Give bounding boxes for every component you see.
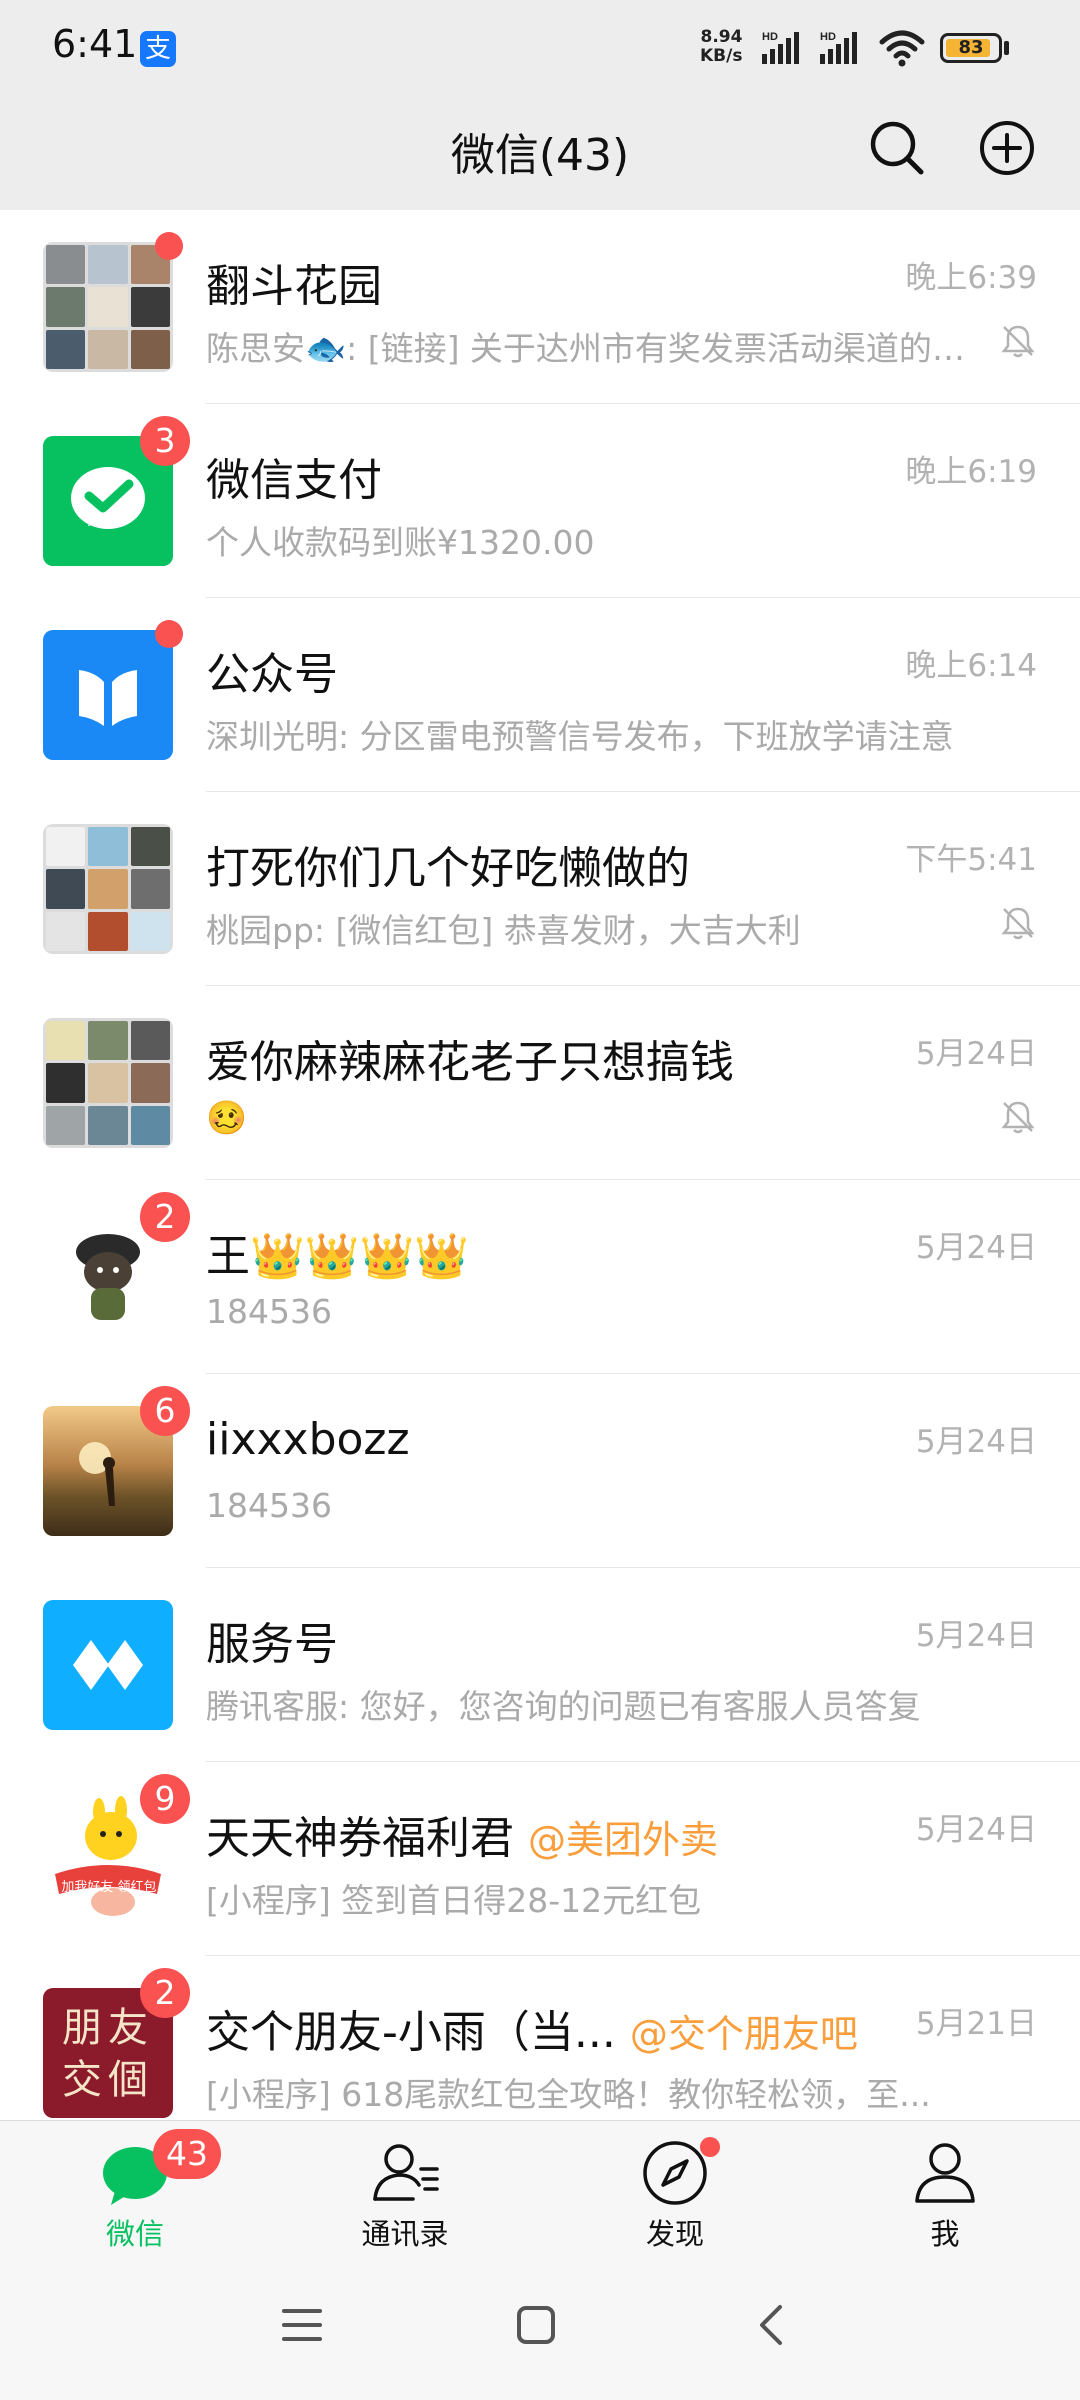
chat-row-make-friends[interactable]: 朋友 交個 2 交个朋友-小雨（当... @交个朋友吧 [小程序] 618尾款红包… xyxy=(0,1956,1080,2120)
official-accounts-avatar xyxy=(43,630,173,760)
network-speed-value: 8.94 xyxy=(700,27,743,47)
chat-name: 打死你们几个好吃懒做的 xyxy=(206,843,690,894)
chat-name: 翻斗花园 xyxy=(206,261,382,312)
chat-name-text: 交个朋友-小雨（当... xyxy=(206,2007,616,2058)
chat-row-iixxxbozz[interactable]: 6 iixxxbozz 184536 5月24日 xyxy=(0,1374,1080,1568)
muted-bell-icon xyxy=(1001,1101,1035,1134)
status-time: 6:41 xyxy=(52,22,138,66)
muted-bell-icon xyxy=(1001,907,1035,940)
group-avatar xyxy=(43,824,173,954)
tab-unread-dot xyxy=(700,2137,720,2157)
tab-label: 微信 xyxy=(105,2217,164,2251)
tab-discover[interactable]: 发现 xyxy=(540,2121,810,2251)
hd2-label: HD xyxy=(820,31,836,43)
chat-time: 5月24日 xyxy=(915,1812,1037,1848)
official-accounts-icon xyxy=(79,670,137,726)
home-icon[interactable] xyxy=(506,2295,566,2355)
chat-name: 天天神券福利君 @美团外卖 xyxy=(206,1802,718,1866)
header-bar: 微信(43) xyxy=(0,95,1080,210)
bottom-tab-bar: 43 微信 通讯录 发现 我 xyxy=(0,2120,1080,2251)
wifi-icon xyxy=(879,30,925,67)
chat-preview: 桃园pp: [微信红包] 恭喜发财，大吉大利 xyxy=(206,911,801,950)
chat-time: 晚上6:39 xyxy=(905,260,1037,296)
chat-preview: 🥴 xyxy=(206,1098,248,1137)
tab-unread-badge: 43 xyxy=(153,2129,221,2179)
status-bar: 6:41 支 8.94 KB/s HD HD 83 xyxy=(0,0,1080,95)
search-icon[interactable] xyxy=(862,113,932,183)
group-avatar xyxy=(43,242,173,372)
chat-row-group-money[interactable]: 爱你麻辣麻花老子只想搞钱 🥴 5月24日 xyxy=(0,986,1080,1180)
chat-time: 晚上6:19 xyxy=(905,454,1037,490)
unread-dot xyxy=(155,232,183,260)
unread-badge: 2 xyxy=(140,1968,190,2018)
battery-icon: 83 xyxy=(940,33,1002,63)
chat-name: 王👑👑👑👑 xyxy=(206,1231,470,1282)
battery-level: 83 xyxy=(958,37,984,58)
chat-time: 下午5:41 xyxy=(905,842,1037,878)
contacts-icon xyxy=(373,2144,439,2201)
signal-1-icon: HD xyxy=(762,31,799,64)
chat-preview: 陈思安🐟: [链接] 关于达州市有奖发票活动渠道的公告 xyxy=(206,329,986,368)
muted-bell-icon xyxy=(1001,325,1035,358)
service-accounts-avatar xyxy=(43,1600,173,1730)
chat-name: 服务号 xyxy=(206,1619,338,1670)
chat-name: iixxxbozz xyxy=(206,1414,410,1465)
plus-circle-icon[interactable] xyxy=(972,113,1042,183)
chat-row-fandou-garden[interactable]: 翻斗花园 陈思安🐟: [链接] 关于达州市有奖发票活动渠道的公告 晚上6:39 xyxy=(0,210,1080,404)
tab-me[interactable]: 我 xyxy=(810,2121,1080,2251)
chat-row-official-accounts[interactable]: 公众号 深圳光明: 分区雷电预警信号发布，下班放学请注意 晚上6:14 xyxy=(0,598,1080,792)
chat-mention: @交个朋友吧 xyxy=(629,2012,858,2056)
service-accounts-icon xyxy=(73,1640,143,1690)
chat-list[interactable]: 翻斗花园 陈思安🐟: [链接] 关于达州市有奖发票活动渠道的公告 晚上6:39 … xyxy=(0,210,1080,2120)
unread-badge: 2 xyxy=(140,1192,190,1242)
chat-row-group-lazy[interactable]: 打死你们几个好吃懒做的 桃园pp: [微信红包] 恭喜发财，大吉大利 下午5:4… xyxy=(0,792,1080,986)
chat-preview: 184536 xyxy=(206,1292,332,1331)
chat-row-service-accounts[interactable]: 服务号 腾讯客服: 您好，您咨询的问题已有客服人员答复 5月24日 xyxy=(0,1568,1080,1762)
chat-name-text: 天天神券福利君 xyxy=(206,1813,514,1864)
tab-label: 通讯录 xyxy=(361,2217,449,2251)
chat-name: 公众号 xyxy=(206,649,338,700)
chat-time: 5月24日 xyxy=(915,1424,1037,1460)
chat-time: 5月21日 xyxy=(915,2006,1037,2042)
chat-time: 5月24日 xyxy=(915,1618,1037,1654)
chat-row-wechat-pay[interactable]: 3 微信支付 个人收款码到账¥1320.00 晚上6:19 xyxy=(0,404,1080,598)
back-icon[interactable] xyxy=(742,2295,802,2355)
mascot-banner-text: 加我好友 领红包 xyxy=(61,1880,157,1895)
tab-label: 发现 xyxy=(645,2217,704,2251)
chat-time: 晚上6:14 xyxy=(905,648,1037,684)
unread-dot xyxy=(155,620,183,648)
tab-label: 我 xyxy=(930,2217,960,2251)
avatar-calligraphy: 朋友 交個 xyxy=(62,2005,154,2103)
hd1-label: HD xyxy=(762,31,778,43)
tab-contacts[interactable]: 通讯录 xyxy=(270,2121,540,2251)
menu-icon[interactable] xyxy=(272,2295,332,2355)
chat-preview: 184536 xyxy=(206,1486,332,1525)
tab-chats[interactable]: 43 微信 xyxy=(0,2121,270,2251)
unread-badge: 3 xyxy=(140,416,190,466)
signal-2-icon: HD xyxy=(820,31,857,64)
battery-tip xyxy=(1004,41,1009,55)
system-navigation-bar xyxy=(0,2250,1080,2400)
chat-preview: 深圳光明: 分区雷电预警信号发布，下班放学请注意 xyxy=(206,717,954,756)
person-icon xyxy=(915,2143,975,2203)
unread-badge: 9 xyxy=(140,1774,190,1824)
alipay-notification-icon: 支 xyxy=(140,31,176,67)
network-speed-unit: KB/s xyxy=(700,46,743,66)
chat-time: 5月24日 xyxy=(915,1230,1037,1266)
network-speed: 8.94 KB/s xyxy=(700,28,742,66)
chat-mention: @美团外卖 xyxy=(528,1818,719,1862)
chat-time: 5月24日 xyxy=(915,1036,1037,1072)
chat-name: 微信支付 xyxy=(206,455,382,506)
chat-row-wang[interactable]: 2 王👑👑👑👑 184536 5月24日 xyxy=(0,1180,1080,1374)
group-avatar xyxy=(43,1018,173,1148)
chat-preview: [小程序] 618尾款红包全攻略！教你轻松领，至... xyxy=(206,2075,931,2114)
chat-preview: [小程序] 签到首日得28-12元红包 xyxy=(206,1881,702,1920)
chat-row-coupon-bot[interactable]: 加我好友 领红包 9 天天神券福利君 @美团外卖 [小程序] 签到首日得28-12… xyxy=(0,1762,1080,1956)
chat-preview: 个人收款码到账¥1320.00 xyxy=(206,523,595,562)
chat-name: 爱你麻辣麻花老子只想搞钱 xyxy=(206,1037,734,1088)
chat-preview: 腾讯客服: 您好，您咨询的问题已有客服人员答复 xyxy=(206,1687,921,1726)
chat-name: 交个朋友-小雨（当... @交个朋友吧 xyxy=(206,1996,858,2060)
unread-badge: 6 xyxy=(140,1386,190,1436)
